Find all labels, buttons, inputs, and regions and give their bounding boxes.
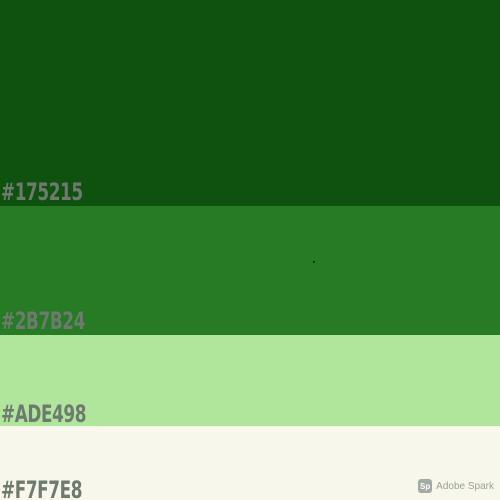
swatch-3: #ADE498 [0,335,500,426]
swatch-1: #175215 [0,0,500,206]
watermark-text: Adobe Spark [436,480,494,492]
stray-dot [313,261,315,263]
swatch-2-hex-label: #2B7B24 [1,307,85,335]
color-palette: #175215 #2B7B24 #ADE498 #F7F7E8 Sp Adobe… [0,0,500,500]
spark-logo-icon: Sp [418,479,433,493]
swatch-1-hex-label: #175215 [1,178,83,206]
adobe-spark-watermark: Sp Adobe Spark [418,479,494,493]
swatch-2: #2B7B24 [0,206,500,335]
swatch-3-hex-label: #ADE498 [1,400,87,426]
swatch-4-hex-label: #F7F7E8 [1,476,83,500]
